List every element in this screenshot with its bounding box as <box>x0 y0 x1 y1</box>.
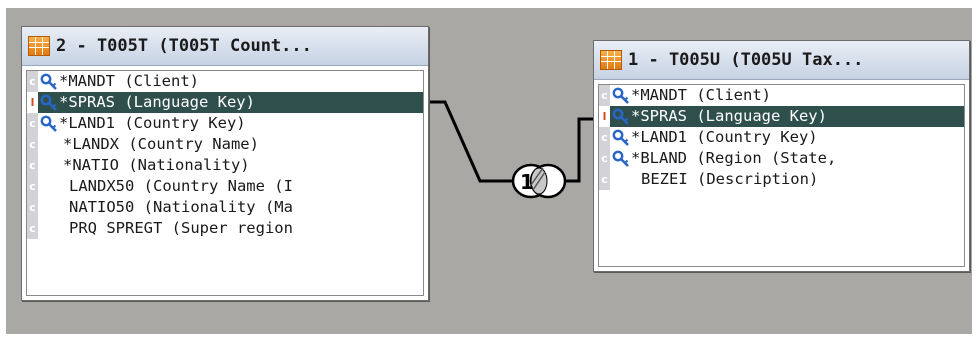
join-line-left[interactable] <box>428 100 512 183</box>
field-list-t005u[interactable]: c *MANDT (Client) l *SPRAS (Language Key) c *… <box>598 84 965 267</box>
field-label: *BLAND (Region (State, <box>631 149 837 167</box>
key-icon <box>40 115 57 132</box>
field-row[interactable]: l *SPRAS (Language Key) <box>27 92 423 113</box>
key-icon <box>40 73 57 90</box>
field-label: *MANDT (Client) <box>59 72 199 90</box>
field-kind-marker: c <box>27 71 38 92</box>
field-label: *LANDX (Country Name) <box>63 135 259 153</box>
field-kind-marker: c <box>27 155 38 176</box>
field-label: *SPRAS (Language Key) <box>631 107 827 125</box>
field-row[interactable]: c *BLAND (Region (State, <box>599 148 964 169</box>
table-title-t005u: 1 - T005U (T005U Tax... <box>628 50 864 70</box>
field-kind-marker: c <box>27 176 38 197</box>
field-row[interactable]: c *NATIO (Nationality) <box>27 155 423 176</box>
table-grid-icon <box>600 50 622 70</box>
relationship-join-icon[interactable]: 1 <box>511 163 567 199</box>
field-label: *SPRAS (Language Key) <box>59 93 255 111</box>
field-row[interactable]: c *LANDX (Country Name) <box>27 134 423 155</box>
key-icon <box>612 129 629 146</box>
field-row[interactable]: c PRQ SPREGT (Super region <box>27 218 423 239</box>
table-grid-icon <box>28 36 50 56</box>
field-row[interactable]: c *MANDT (Client) <box>27 71 423 92</box>
field-label: *NATIO (Nationality) <box>63 156 250 174</box>
key-icon <box>612 87 629 104</box>
field-label: NATIO50 (Nationality (Ma <box>69 198 293 216</box>
field-kind-marker: c <box>599 148 610 169</box>
field-label: *LAND1 (Country Key) <box>631 128 818 146</box>
table-header-t005u[interactable]: 1 - T005U (T005U Tax... <box>594 41 969 80</box>
field-row[interactable]: c *LAND1 (Country Key) <box>27 113 423 134</box>
field-kind-marker: c <box>27 134 38 155</box>
field-row[interactable]: l *SPRAS (Language Key) <box>599 106 964 127</box>
field-kind-marker: c <box>599 85 610 106</box>
relationship-cardinality-label: 1 <box>520 170 534 194</box>
field-row[interactable]: c *LAND1 (Country Key) <box>599 127 964 148</box>
field-label: *MANDT (Client) <box>631 86 771 104</box>
field-label: PRQ SPREGT (Super region <box>69 219 293 237</box>
field-label: LANDX50 (Country Name (I <box>69 177 293 195</box>
field-kind-marker: c <box>27 218 38 239</box>
field-label: *LAND1 (Country Key) <box>59 114 246 132</box>
field-row[interactable]: c BEZEI (Description) <box>599 169 964 190</box>
field-list-t005t[interactable]: c *MANDT (Client) l *SPRAS (Language Key) c *… <box>26 70 424 296</box>
field-kind-marker: l <box>27 92 38 113</box>
table-box-t005t[interactable]: 2 - T005T (T005T Count... c *MANDT (Clien… <box>21 26 429 301</box>
field-kind-marker: c <box>599 169 610 190</box>
table-title-t005t: 2 - T005T (T005T Count... <box>56 36 312 56</box>
field-kind-marker: c <box>27 197 38 218</box>
table-box-t005u[interactable]: 1 - T005U (T005U Tax... c *MANDT (Client)… <box>593 40 970 272</box>
key-icon <box>612 108 629 125</box>
key-icon <box>40 94 57 111</box>
key-icon <box>612 150 629 167</box>
field-row[interactable]: c NATIO50 (Nationality (Ma <box>27 197 423 218</box>
table-header-t005t[interactable]: 2 - T005T (T005T Count... <box>22 27 428 66</box>
field-kind-marker: c <box>27 113 38 134</box>
field-row[interactable]: c LANDX50 (Country Name (I <box>27 176 423 197</box>
field-label: BEZEI (Description) <box>641 170 819 188</box>
field-kind-marker: l <box>599 106 610 127</box>
field-kind-marker: c <box>599 127 610 148</box>
field-row[interactable]: c *MANDT (Client) <box>599 85 964 106</box>
